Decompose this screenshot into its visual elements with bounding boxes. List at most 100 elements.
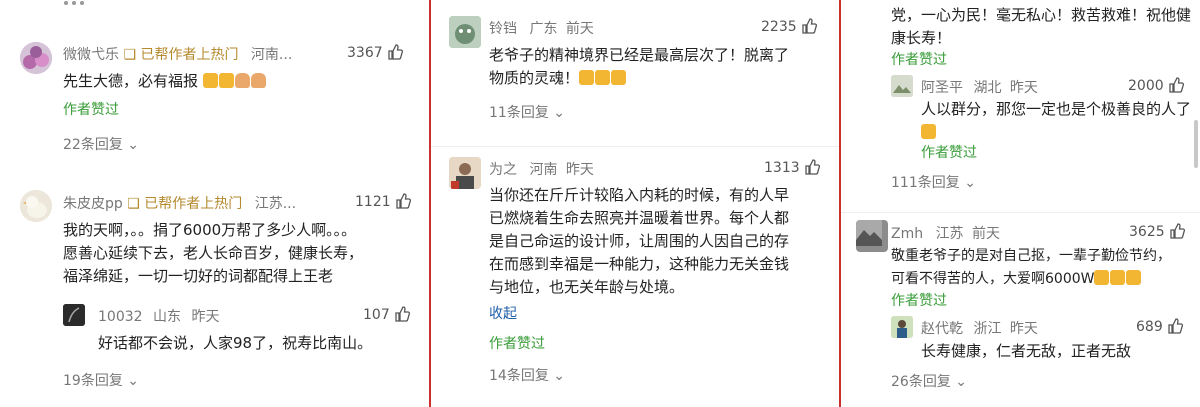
comment-meta: 铃铛 广东 前天 — [489, 18, 594, 38]
username[interactable]: 朱皮皮pp — [63, 196, 123, 212]
thumbs-up-icon — [1168, 318, 1183, 334]
comment-text: 老爷子的精神境界已经是最高层次了！脱离了 物质的灵魂！ — [489, 46, 790, 87]
view-replies-button[interactable]: 14条回复 ⌄ — [489, 365, 565, 385]
like-button[interactable]: 1313 — [764, 159, 820, 176]
location: 广东 — [529, 21, 558, 37]
replies-count: 111条回复 — [891, 175, 960, 191]
hot-badge: 已帮作者上热门 — [140, 47, 239, 63]
view-replies-button[interactable]: 26条回复 ⌄ — [891, 371, 967, 391]
reply-meta: 阿圣平 湖北 昨天 — [921, 77, 1038, 97]
thumbs-up-emoji-icon — [202, 73, 218, 88]
like-count: 2000 — [1128, 78, 1164, 94]
username[interactable]: 10032 — [98, 309, 143, 325]
chevron-down-icon: ⌄ — [127, 137, 140, 153]
username[interactable]: 阿圣平 — [921, 80, 963, 96]
author-liked-label: 作者赞过 — [63, 102, 119, 118]
comment-meta: Zmh 江苏 前天 — [891, 223, 1000, 243]
thumbs-up-icon — [395, 306, 410, 322]
hot-badge-icon: ❑ — [123, 47, 137, 63]
username[interactable]: Zmh — [891, 226, 923, 242]
replies-count: 11条回复 — [489, 105, 549, 121]
view-replies-button[interactable]: 111条回复 ⌄ — [891, 172, 976, 192]
thumbs-up-icon — [395, 193, 411, 209]
replies-count: 26条回复 — [891, 374, 951, 390]
like-button[interactable]: 689 — [1136, 318, 1183, 335]
avatar[interactable] — [891, 316, 913, 338]
divider — [431, 146, 839, 147]
thumbs-up-emoji-icon — [1094, 270, 1110, 285]
reply-text: 长寿健康，仁者无敌，正者无敌 — [921, 342, 1132, 360]
location: 湖北 — [973, 80, 1002, 96]
avatar[interactable] — [891, 75, 913, 97]
hot-badge-icon: ❑ — [127, 196, 140, 212]
username[interactable]: 赵代乾 — [921, 321, 963, 337]
like-count: 1313 — [764, 160, 800, 176]
timestamp: 昨天 — [1009, 80, 1038, 96]
like-button[interactable]: 2235 — [761, 18, 817, 35]
timestamp: 昨天 — [565, 162, 594, 178]
like-count: 3625 — [1129, 224, 1165, 240]
thumbs-up-emoji-icon — [611, 70, 627, 85]
timestamp: 前天 — [565, 21, 594, 37]
username[interactable]: 铃铛 — [489, 21, 517, 37]
thumbs-up-emoji-icon — [1126, 270, 1142, 285]
thumbs-up-emoji-icon — [579, 70, 595, 85]
location: 浙江 — [973, 321, 1002, 337]
comment-meta: 微微弋乐 ❑ 已帮作者上热门 河南... — [63, 44, 292, 64]
view-replies-button[interactable]: 22条回复 ⌄ — [63, 134, 139, 154]
timestamp: 昨天 — [1009, 321, 1038, 337]
collapse-button[interactable]: 收起 — [489, 303, 517, 323]
comment-text: 当你还在斤斤计较陷入内耗的时候，有的人早 已燃烧着生命去照亮并温暖着世界。每个人… — [489, 186, 790, 296]
thumbs-up-icon — [804, 159, 820, 175]
location: 山东 — [153, 309, 181, 325]
avatar[interactable] — [856, 220, 888, 252]
timestamp: 昨天 — [191, 309, 220, 325]
avatar[interactable] — [20, 190, 52, 222]
reply-meta: 赵代乾 浙江 昨天 — [921, 318, 1038, 338]
scrollbar[interactable] — [1194, 120, 1198, 168]
comment-text: 党，一心为民！毫无私心！救苦救难！祝他健 康长寿！ — [891, 6, 1192, 47]
chevron-down-icon: ⌄ — [955, 374, 968, 390]
like-count: 2235 — [761, 19, 797, 35]
comment-screenshot-collage: 微微弋乐 ❑ 已帮作者上热门 河南... 3367 先生大德，必有福报 作者赞过… — [0, 0, 1200, 407]
author-liked-label: 作者赞过 — [891, 293, 947, 309]
like-button[interactable]: 2000 — [1128, 77, 1184, 94]
username[interactable]: 为之 — [489, 162, 517, 178]
avatar[interactable] — [449, 16, 481, 48]
reply-text: 人以群分，那您一定也是个极善良的人了 — [921, 98, 1191, 144]
comment-meta: 朱皮皮pp ❑ 已帮作者上热门 江苏... — [63, 193, 296, 213]
thumbs-up-emoji-icon — [595, 70, 611, 85]
like-button[interactable]: 3367 — [347, 44, 403, 61]
like-button[interactable]: 3625 — [1129, 223, 1185, 240]
replies-count: 14条回复 — [489, 368, 549, 384]
chevron-down-icon: ⌄ — [127, 373, 140, 389]
comment-meta: 为之 河南 昨天 — [489, 159, 594, 179]
comment-panel-3: 党，一心为民！毫无私心！救苦救难！祝他健 康长寿！ 作者赞过 阿圣平 湖北 昨天… — [841, 0, 1200, 407]
location: 河南 — [529, 162, 558, 178]
like-count: 3367 — [347, 45, 383, 61]
comment-text: 先生大德，必有福报 — [63, 70, 267, 93]
view-replies-button[interactable]: 11条回复 ⌄ — [489, 102, 565, 122]
username[interactable]: 微微弋乐 — [63, 47, 119, 63]
view-replies-button[interactable]: 19条回复 ⌄ — [63, 370, 139, 390]
avatar[interactable] — [63, 304, 85, 326]
avatar[interactable] — [449, 157, 481, 189]
location: 江苏 — [935, 226, 964, 242]
chevron-down-icon: ⌄ — [553, 105, 566, 121]
more-icon[interactable] — [62, 0, 86, 5]
like-count: 689 — [1136, 319, 1163, 335]
comment-text: 敬重老爷子的是对自己抠，一辈子勤俭节约， 可看不得苦的人，大爱啊6000W — [891, 248, 1171, 287]
like-button[interactable]: 107 — [363, 306, 410, 323]
thumbs-up-emoji-icon — [218, 73, 234, 88]
comment-panel-1: 微微弋乐 ❑ 已帮作者上热门 河南... 3367 先生大德，必有福报 作者赞过… — [0, 0, 431, 407]
pray-emoji-icon — [250, 73, 266, 88]
thumbs-up-icon — [1169, 223, 1185, 239]
reply-meta: 10032 山东 昨天 — [98, 306, 219, 326]
location: 河南... — [250, 47, 293, 63]
like-count: 1121 — [355, 194, 391, 210]
thumbs-up-icon — [1168, 77, 1184, 93]
like-button[interactable]: 1121 — [355, 193, 411, 210]
divider — [841, 212, 1200, 213]
author-liked-label: 作者赞过 — [489, 336, 545, 352]
avatar[interactable] — [20, 42, 52, 74]
